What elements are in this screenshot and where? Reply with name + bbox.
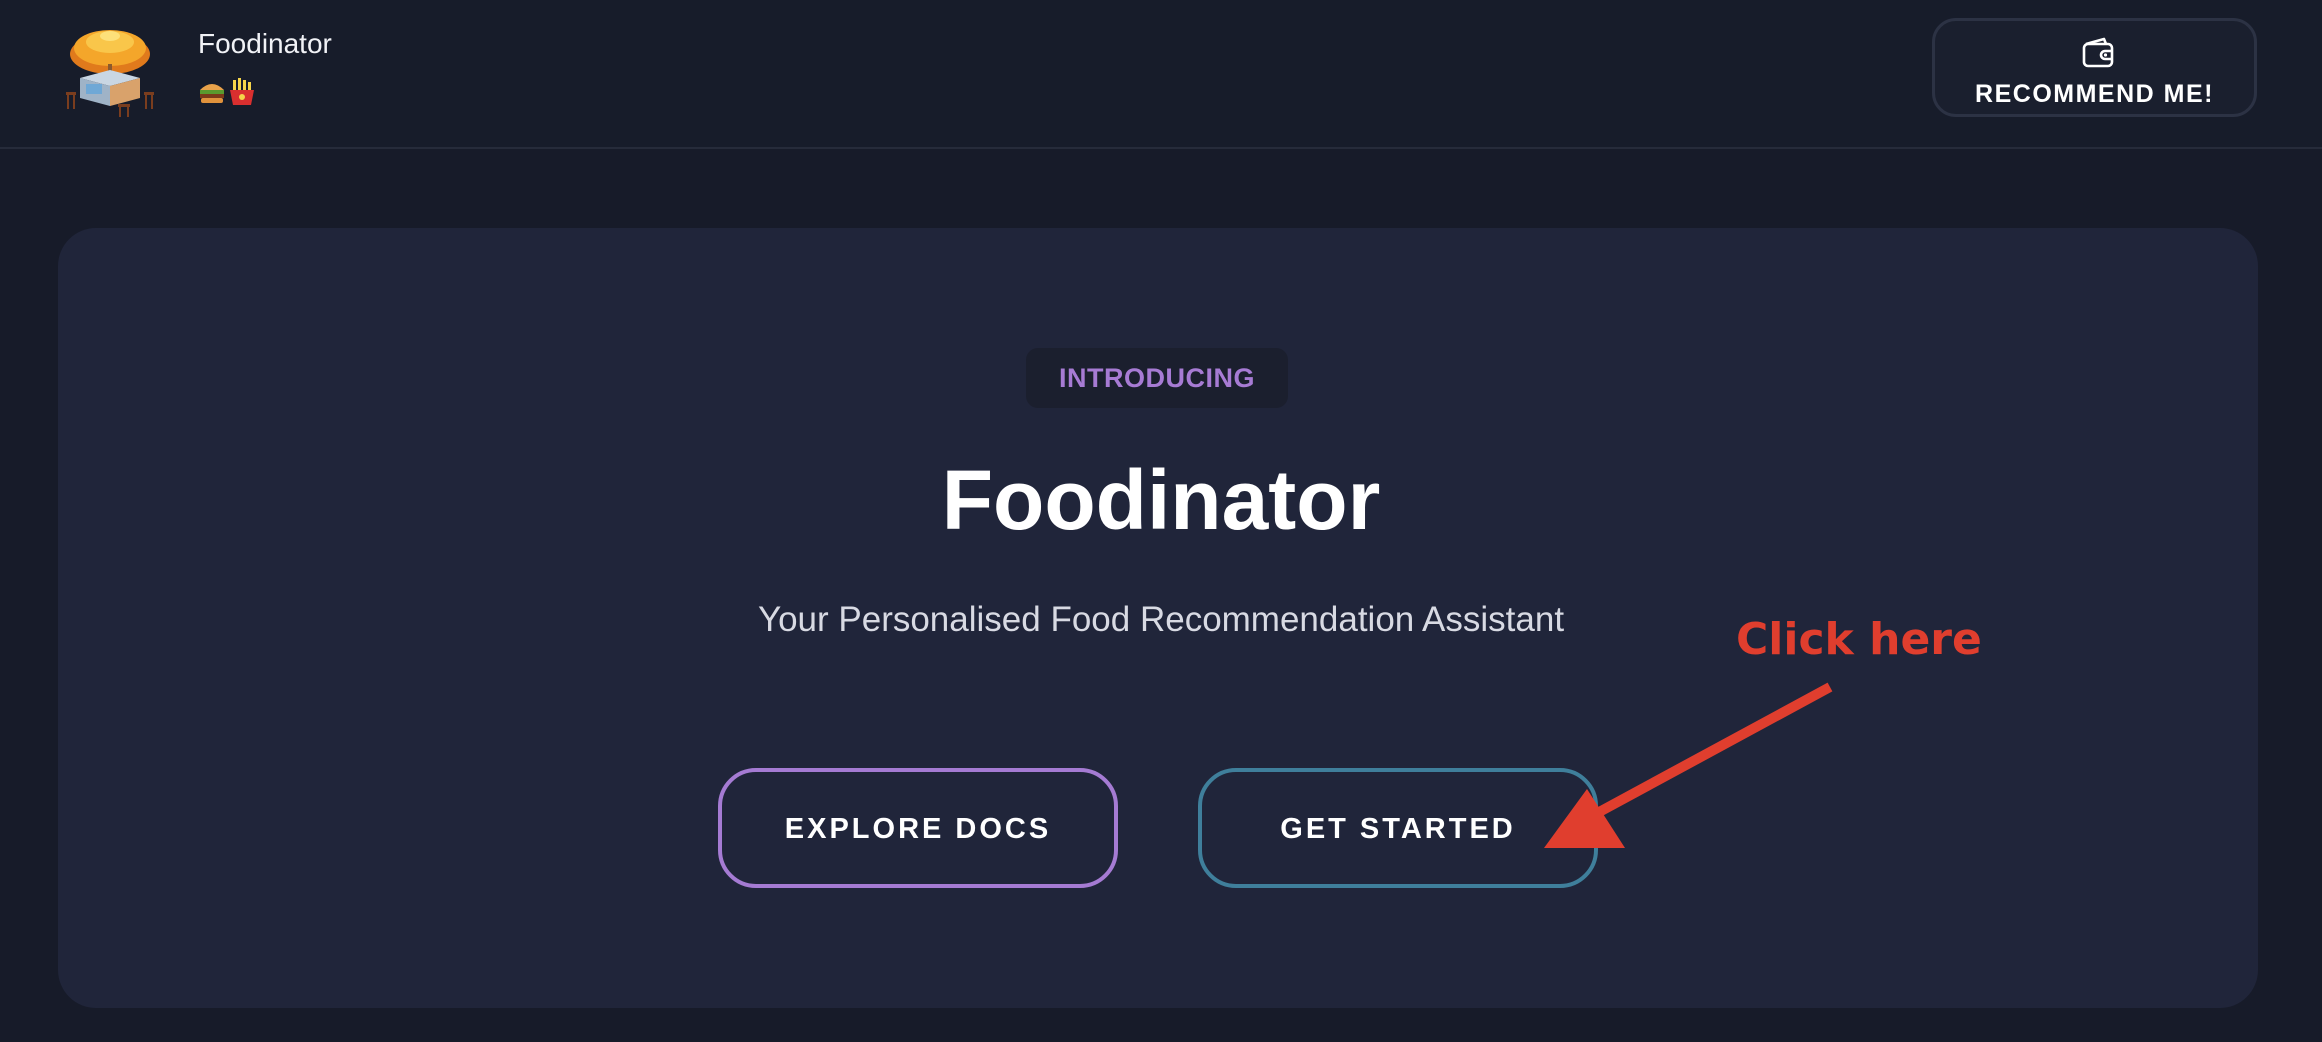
top-navbar: Foodinator RECOMMEND ME! [0,0,2322,149]
burger-fries-emoji-icon [200,78,254,105]
page: Foodinator RECOMMEND ME! INTRODUCING Foo… [0,0,2322,1042]
hero-title: Foodinator [941,453,1381,547]
explore-docs-button[interactable]: EXPLORE DOCS [718,768,1118,888]
recommend-me-label: RECOMMEND ME! [1975,80,2214,108]
get-started-button[interactable]: GET STARTED [1198,768,1598,888]
click-here-annotation: Click here [1736,614,1982,665]
recommend-me-button[interactable]: RECOMMEND ME! [1932,18,2257,117]
app-name: Foodinator [198,28,332,59]
wallet-icon [2082,37,2114,68]
introducing-badge: INTRODUCING [1026,348,1288,408]
food-stall-logo-icon[interactable] [62,14,158,118]
